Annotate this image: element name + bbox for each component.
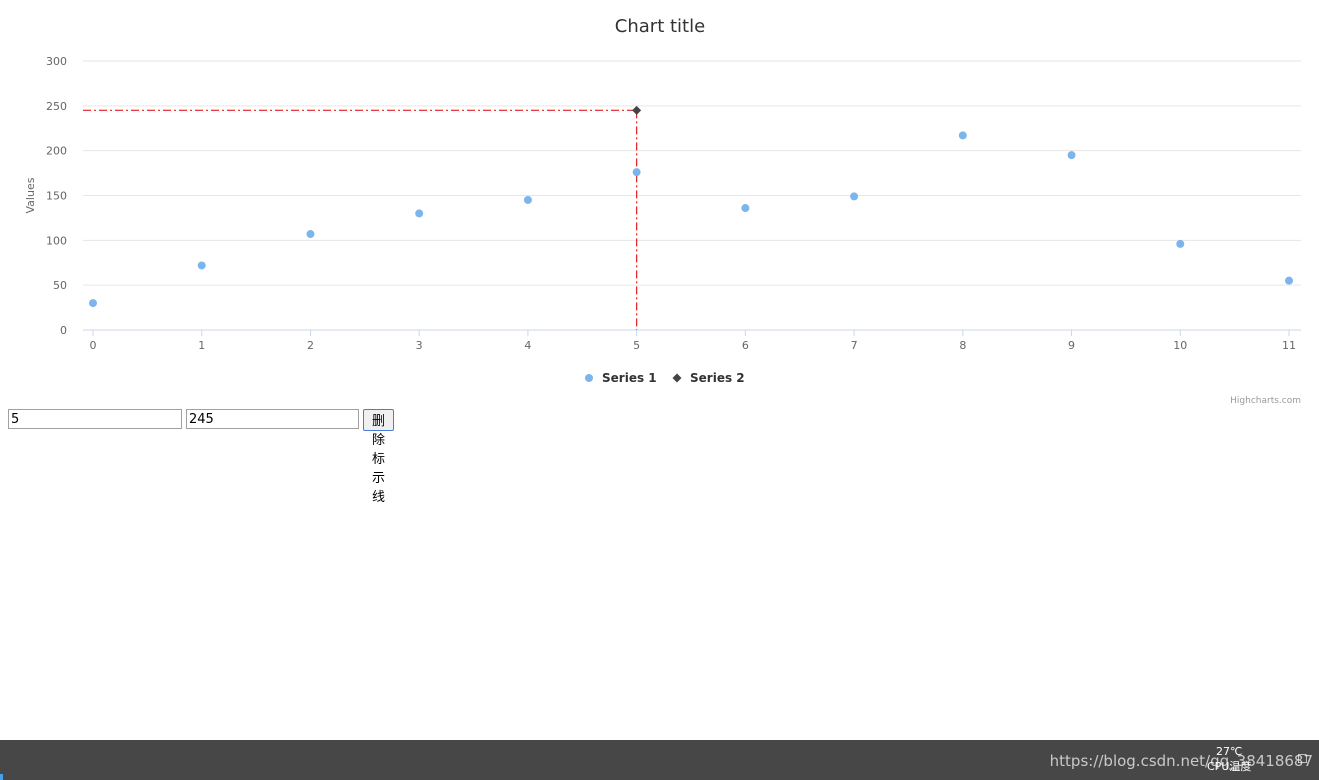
- legend-label: Series 2: [690, 371, 745, 385]
- series-1-point: [1285, 276, 1293, 285]
- series-1-point: [415, 209, 424, 218]
- chart-container: Chart title 0 50 100 150 200 250 300 0 1 2 3 4 5 6 7 8 9 1…: [0, 0, 1319, 410]
- y-tick-label: 100: [46, 234, 67, 247]
- y-tick-label: 200: [46, 145, 67, 158]
- x-tick-label: 7: [851, 339, 858, 352]
- series-1-point: [632, 168, 641, 177]
- x-tick-label: 9: [1068, 339, 1075, 352]
- y-tick-label: 150: [46, 190, 67, 203]
- y-tick-label: 0: [60, 324, 67, 337]
- chart-title: Chart title: [615, 16, 705, 37]
- series-1-point: [1067, 151, 1076, 160]
- y-tick-label: 50: [53, 279, 67, 292]
- watermark-url: https://blog.csdn.net/qq_38418687: [1049, 752, 1313, 770]
- series-1-point: [306, 230, 315, 239]
- x-value-input[interactable]: [8, 409, 182, 429]
- remove-marker-line-button[interactable]: 删除标示线: [363, 409, 395, 505]
- x-tick-label: 2: [307, 339, 314, 352]
- scatter-chart: Chart title 0 50 100 150 200 250 300 0 1 2 3 4 5 6 7 8 9 1…: [24, 16, 1301, 406]
- x-tick-label: 8: [959, 339, 966, 352]
- legend-marker-series-2: [672, 373, 682, 383]
- taskbar: https://blog.csdn.net/qq_38418687 27℃ CP…: [0, 740, 1319, 780]
- series-1-point: [523, 195, 532, 204]
- taskbar-accent: [0, 774, 3, 780]
- series-1-point: [958, 131, 967, 140]
- series-1-point: [741, 204, 750, 213]
- x-tick-label: 1: [198, 339, 205, 352]
- y-axis-title: Values: [24, 177, 37, 213]
- legend-label: Series 1: [602, 371, 657, 385]
- series-2-point: [632, 105, 642, 115]
- x-tick-label: 5: [633, 339, 640, 352]
- x-tick-label: 0: [90, 339, 97, 352]
- x-tick-label: 6: [742, 339, 749, 352]
- x-tick-label: 11: [1282, 339, 1296, 352]
- y-tick-label: 250: [46, 100, 67, 113]
- credits-link: Highcharts.com: [1230, 396, 1301, 406]
- cpu-temp-value: 27℃: [1216, 745, 1243, 758]
- cpu-temp-label: CPU温度: [1207, 760, 1252, 773]
- tray-window-icon[interactable]: ☐: [1297, 752, 1308, 766]
- x-tick-label: 4: [524, 339, 531, 352]
- series-1-point: [89, 299, 97, 308]
- y-tick-label: 300: [46, 55, 67, 68]
- series-1-point: [1176, 239, 1185, 248]
- cpu-temperature-widget[interactable]: 27℃ CPU温度: [1207, 744, 1251, 774]
- x-tick-label: 10: [1173, 339, 1187, 352]
- y-value-input[interactable]: [186, 409, 359, 429]
- series-1-point: [850, 192, 859, 201]
- x-tick-label: 3: [416, 339, 423, 352]
- series-1-point: [197, 261, 206, 270]
- legend-marker-series-1: [585, 374, 593, 382]
